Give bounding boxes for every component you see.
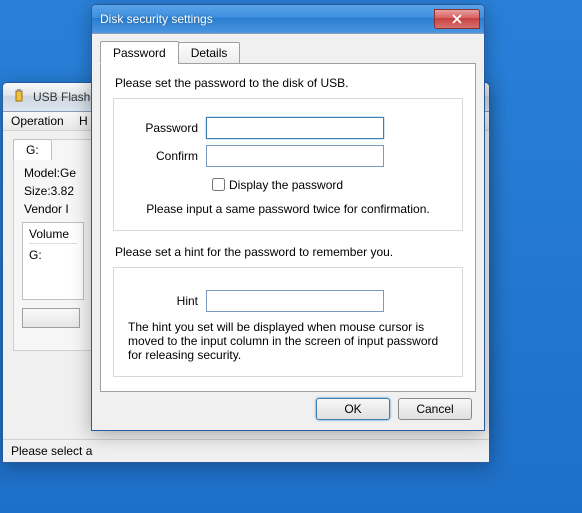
hint-label: Hint	[124, 294, 198, 308]
volume-box: Volume G:	[22, 222, 84, 300]
vendor-row: Vendor I	[24, 202, 82, 216]
usb-icon	[11, 89, 27, 105]
disk-security-dialog: Disk security settings Password Details …	[91, 4, 485, 431]
dialog-close-button[interactable]	[434, 9, 480, 29]
cancel-button[interactable]: Cancel	[398, 398, 472, 420]
password-helper: Please input a same password twice for c…	[128, 202, 448, 216]
tab-panel: Please set the password to the disk of U…	[100, 63, 476, 392]
drive-group: G: Model:Ge Size:3.82 Vendor I Volume G:	[13, 139, 93, 351]
volume-value: G:	[29, 248, 77, 262]
section-password: Password Confirm Display the password Pl…	[113, 98, 463, 231]
section-hint: Hint The hint you set will be displayed …	[113, 267, 463, 377]
drive-tab[interactable]: G:	[13, 139, 52, 160]
dialog-titlebar: Disk security settings	[92, 5, 484, 34]
menu-operation[interactable]: Operation	[11, 114, 64, 128]
hint-input[interactable]	[206, 290, 384, 312]
volume-header: Volume	[29, 227, 77, 244]
menu-help[interactable]: H	[79, 114, 88, 128]
password-input[interactable]	[206, 117, 384, 139]
display-password-checkbox[interactable]	[212, 178, 225, 191]
ok-button[interactable]: OK	[316, 398, 390, 420]
dialog-title: Disk security settings	[100, 12, 432, 26]
hint-helper: The hint you set will be displayed when …	[128, 320, 448, 362]
tab-strip: Password Details	[100, 42, 476, 64]
size-row: Size:3.82	[24, 184, 82, 198]
section-hint-intro: Please set a hint for the password to re…	[115, 245, 461, 259]
confirm-input[interactable]	[206, 145, 384, 167]
tab-details[interactable]: Details	[178, 42, 241, 64]
unknown-bar-button[interactable]	[22, 308, 80, 328]
tab-password[interactable]: Password	[100, 41, 179, 64]
model-row: Model:Ge	[24, 166, 82, 180]
status-bar: Please select a	[3, 439, 489, 462]
display-password-label: Display the password	[229, 178, 343, 192]
password-label: Password	[124, 121, 198, 135]
dialog-footer: OK Cancel	[100, 392, 476, 422]
confirm-label: Confirm	[124, 149, 198, 163]
section-password-intro: Please set the password to the disk of U…	[115, 76, 461, 90]
